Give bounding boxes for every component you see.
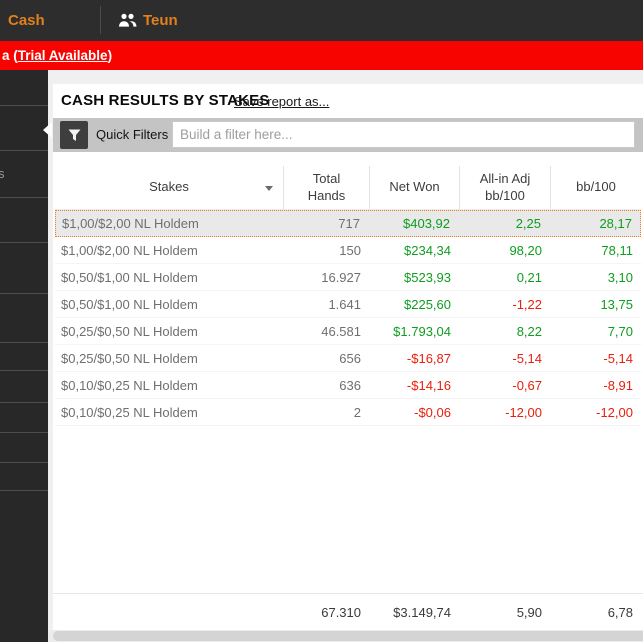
sidebar-item-label-cutoff[interactable]: s xyxy=(0,166,5,181)
cell-stakes: $1,00/$2,00 NL Holdem xyxy=(61,242,198,258)
collapse-left-icon[interactable] xyxy=(43,122,52,138)
cell-allin-adj: -1,22 xyxy=(512,296,542,312)
filter-button[interactable] xyxy=(60,121,88,149)
horizontal-scrollbar[interactable] xyxy=(48,630,643,642)
column-header-total-hands[interactable]: Total Hands xyxy=(283,166,369,209)
cell-allin-adj: 0,21 xyxy=(516,269,542,285)
cell-bb100: -5,14 xyxy=(603,350,633,366)
column-header-net-won[interactable]: Net Won xyxy=(369,166,459,209)
column-header-stakes-label: Stakes xyxy=(149,179,189,195)
banner-text-suffix: ) xyxy=(107,48,113,63)
cell-stakes: $0,50/$1,00 NL Holdem xyxy=(61,269,198,285)
cell-total-hands: 2 xyxy=(353,404,361,420)
topbar-divider xyxy=(100,6,101,34)
cell-total-hands: 150 xyxy=(339,242,361,258)
cell-allin-adj: -5,14 xyxy=(512,350,542,366)
cell-stakes: $0,25/$0,50 NL Holdem xyxy=(61,350,198,366)
cell-bb100: 78,11 xyxy=(601,242,633,258)
cell-net-won: $1.793,04 xyxy=(393,323,451,339)
cell-bb100: -12,00 xyxy=(596,404,633,420)
quick-filters-label: Quick Filters xyxy=(96,127,169,142)
app-window: Cash Teun a (Trial Available) s CASH RES… xyxy=(0,0,643,642)
cell-total-hands: 46.581 xyxy=(321,323,361,339)
report-title-row: CASH RESULTS BY STAKES Save report as... xyxy=(53,84,643,118)
sidebar-divider xyxy=(0,150,48,151)
totals-hands: 67.310 xyxy=(321,604,361,620)
cell-total-hands: 656 xyxy=(339,350,361,366)
sidebar-divider xyxy=(0,293,48,294)
totals-net-won: $3.149,74 xyxy=(393,604,451,620)
cell-net-won: $225,60 xyxy=(404,296,451,312)
user-tab-label: Teun xyxy=(143,12,178,29)
table-header: Stakes Total Hands Net Won All-in Adj bb… xyxy=(55,166,641,210)
cell-allin-adj: 98,20 xyxy=(509,242,542,258)
sidebar-divider xyxy=(0,197,48,198)
cell-stakes: $0,25/$0,50 NL Holdem xyxy=(61,323,198,339)
cell-net-won: -$14,16 xyxy=(406,377,451,393)
cell-net-won: -$16,87 xyxy=(406,350,451,366)
cell-total-hands: 1.641 xyxy=(328,296,361,312)
users-icon xyxy=(119,13,137,27)
banner-text-prefix: a ( xyxy=(2,48,18,63)
cell-total-hands: 16.927 xyxy=(321,269,361,285)
column-header-stakes[interactable]: Stakes xyxy=(55,166,283,209)
table-row[interactable]: $0,50/$1,00 NL Holdem 1.641 $225,60 -1,2… xyxy=(55,291,641,318)
table-row[interactable]: $1,00/$2,00 NL Holdem 717 $403,92 2,25 2… xyxy=(55,210,641,237)
cell-net-won: $523,93 xyxy=(404,269,451,285)
sidebar-divider xyxy=(0,105,48,106)
totals-allin: 5,90 xyxy=(516,604,542,620)
cell-net-won: -$0,06 xyxy=(414,404,451,420)
dropdown-arrow-icon[interactable] xyxy=(265,185,273,191)
cell-bb100: 3,10 xyxy=(607,269,633,285)
sidebar-divider xyxy=(0,342,48,343)
totals-bb100: 6,78 xyxy=(607,604,633,620)
sidebar-divider xyxy=(0,462,48,463)
cell-stakes: $0,10/$0,25 NL Holdem xyxy=(61,404,198,420)
sidebar-divider xyxy=(0,242,48,243)
sidebar-divider xyxy=(0,432,48,433)
sidebar-divider xyxy=(0,402,48,403)
cell-stakes: $0,10/$0,25 NL Holdem xyxy=(61,377,198,393)
table-row[interactable]: $0,10/$0,25 NL Holdem 636 -$14,16 -0,67 … xyxy=(55,372,641,399)
cell-allin-adj: -12,00 xyxy=(505,404,542,420)
table-row[interactable]: $1,00/$2,00 NL Holdem 150 $234,34 98,20 … xyxy=(55,237,641,264)
column-header-allin-adj[interactable]: All-in Adj bb/100 xyxy=(459,166,550,209)
cell-total-hands: 717 xyxy=(338,216,360,231)
sidebar-divider xyxy=(0,490,48,491)
trial-available-link[interactable]: Trial Available xyxy=(18,48,108,63)
cell-net-won: $403,92 xyxy=(403,216,450,231)
cell-stakes: $0,50/$1,00 NL Holdem xyxy=(61,296,198,312)
cell-stakes: $1,00/$2,00 NL Holdem xyxy=(62,216,199,231)
sidebar-divider xyxy=(0,370,48,371)
table-row[interactable]: $0,25/$0,50 NL Holdem 46.581 $1.793,04 8… xyxy=(55,318,641,345)
funnel-icon xyxy=(68,129,80,141)
table-body: $1,00/$2,00 NL Holdem 717 $403,92 2,25 2… xyxy=(53,210,643,426)
tab-cash[interactable]: Cash xyxy=(8,0,45,41)
table-row[interactable]: $0,10/$0,25 NL Holdem 2 -$0,06 -12,00 -1… xyxy=(55,399,641,426)
cell-bb100: 28,17 xyxy=(599,216,632,231)
table-row[interactable]: $0,50/$1,00 NL Holdem 16.927 $523,93 0,2… xyxy=(55,264,641,291)
sidebar: s xyxy=(0,70,48,642)
cell-allin-adj: 8,22 xyxy=(516,323,542,339)
scrollbar-thumb[interactable] xyxy=(53,631,643,641)
cell-total-hands: 636 xyxy=(339,377,361,393)
column-header-bb100[interactable]: bb/100 xyxy=(550,166,641,209)
totals-row: 67.310 $3.149,74 5,90 6,78 xyxy=(53,593,643,630)
save-report-link[interactable]: Save report as... xyxy=(234,84,329,118)
tab-user[interactable]: Teun xyxy=(118,0,178,41)
quick-filter-bar: Quick Filters xyxy=(53,118,643,152)
trial-banner: a (Trial Available) xyxy=(0,41,643,70)
results-table: Stakes Total Hands Net Won All-in Adj bb… xyxy=(53,152,643,630)
top-tab-bar: Cash Teun xyxy=(0,0,643,41)
filter-input[interactable] xyxy=(172,121,635,148)
cell-bb100: 13,75 xyxy=(600,296,633,312)
table-row[interactable]: $0,25/$0,50 NL Holdem 656 -$16,87 -5,14 … xyxy=(55,345,641,372)
cell-net-won: $234,34 xyxy=(404,242,451,258)
cell-allin-adj: 2,25 xyxy=(515,216,541,231)
cell-bb100: 7,70 xyxy=(607,323,633,339)
cell-allin-adj: -0,67 xyxy=(512,377,542,393)
cell-bb100: -8,91 xyxy=(603,377,633,393)
